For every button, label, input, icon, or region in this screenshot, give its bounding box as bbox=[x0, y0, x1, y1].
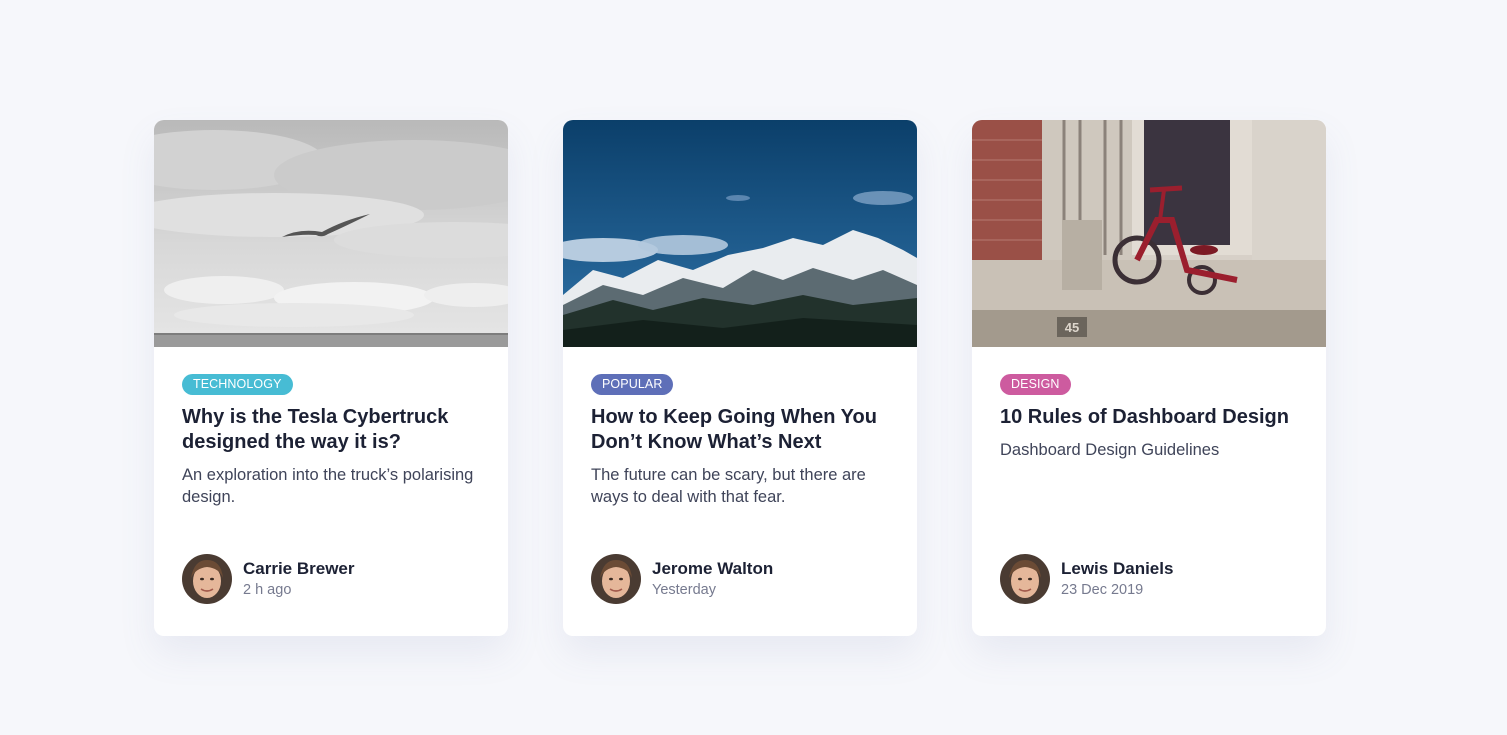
card-image[interactable] bbox=[154, 120, 508, 347]
article-card[interactable]: 45 DESIGN 10 Rules of Dashboard Design D… bbox=[972, 120, 1326, 636]
author-block: Jerome Walton Yesterday bbox=[591, 554, 773, 604]
card-list: TECHNOLOGY Why is the Tesla Cybertruck d… bbox=[154, 120, 1326, 636]
card-excerpt: Dashboard Design Guidelines bbox=[1000, 441, 1220, 459]
tricycle-photo: 45 bbox=[972, 120, 1326, 347]
avatar[interactable] bbox=[1000, 554, 1050, 604]
card-title[interactable]: How to Keep Going When You Don’t Know Wh… bbox=[591, 405, 889, 455]
category-tag[interactable]: TECHNOLOGY bbox=[182, 374, 293, 395]
author-block: Carrie Brewer 2 h ago bbox=[182, 554, 355, 604]
card-title[interactable]: 10 Rules of Dashboard Design bbox=[1000, 405, 1298, 430]
card-image[interactable]: 45 bbox=[972, 120, 1326, 347]
category-tag[interactable]: DESIGN bbox=[1000, 374, 1071, 395]
avatar[interactable] bbox=[182, 554, 232, 604]
author-block: Lewis Daniels 23 Dec 2019 bbox=[1000, 554, 1173, 604]
post-time: 23 Dec 2019 bbox=[1061, 582, 1144, 598]
article-card[interactable]: TECHNOLOGY Why is the Tesla Cybertruck d… bbox=[154, 120, 508, 636]
post-time: Yesterday bbox=[652, 582, 716, 598]
author-name[interactable]: Lewis Daniels bbox=[1061, 558, 1173, 580]
card-excerpt: The future can be scary, but there are w… bbox=[591, 466, 866, 506]
author-name[interactable]: Carrie Brewer bbox=[243, 558, 355, 580]
mountain-photo bbox=[563, 120, 917, 347]
category-tag[interactable]: POPULAR bbox=[591, 374, 674, 395]
avatar[interactable] bbox=[591, 554, 641, 604]
seagull-photo bbox=[154, 120, 508, 347]
post-time: 2 h ago bbox=[243, 582, 292, 598]
card-title[interactable]: Why is the Tesla Cybertruck designed the… bbox=[182, 405, 480, 455]
card-image[interactable] bbox=[563, 120, 917, 347]
card-excerpt: An exploration into the truck’s polarisi… bbox=[182, 466, 474, 506]
article-card[interactable]: POPULAR How to Keep Going When You Don’t… bbox=[563, 120, 917, 636]
image-number-text: 45 bbox=[1065, 320, 1079, 335]
author-name[interactable]: Jerome Walton bbox=[652, 558, 773, 580]
